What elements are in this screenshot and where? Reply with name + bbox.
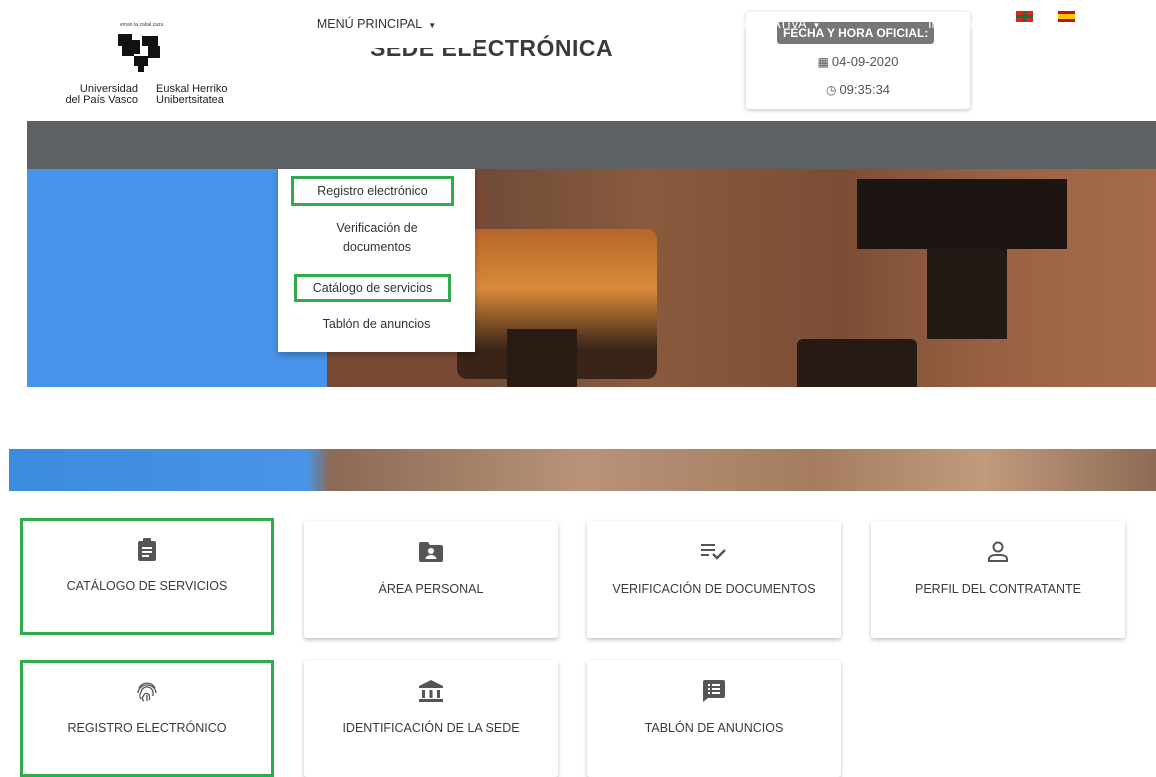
nav-informacion[interactable]: INFORMACIÓN ▼ bbox=[928, 0, 1031, 48]
card-label: VERIFICACIÓN DE DOCUMENTOS bbox=[612, 582, 816, 596]
dropdown-item-tablon-anuncios[interactable]: Tablón de anuncios bbox=[278, 315, 475, 334]
fingerprint-icon bbox=[23, 680, 271, 704]
nav-normativa[interactable]: NORMATIVA ▼ bbox=[734, 0, 820, 48]
hero-banner bbox=[27, 169, 1156, 387]
caret-down-icon: ▼ bbox=[812, 21, 821, 30]
card-perfil-contratante[interactable]: PERFIL DEL CONTRATANTE bbox=[871, 521, 1125, 638]
folder-user-icon bbox=[304, 541, 558, 565]
dropdown-item-catalogo-servicios[interactable]: Catálogo de servicios bbox=[294, 274, 451, 302]
main-navbar bbox=[27, 121, 1156, 169]
card-label: ÁREA PERSONAL bbox=[378, 582, 484, 596]
checklist-icon bbox=[587, 541, 841, 565]
card-catalogo-servicios[interactable]: CATÁLOGO DE SERVICIOS bbox=[20, 518, 274, 635]
nav-label: MENÚ PRINCIPAL bbox=[316, 17, 423, 31]
clock-time: 09:35:34 bbox=[839, 82, 891, 97]
card-verificacion-documentos[interactable]: VERIFICACIÓN DE DOCUMENTOS bbox=[587, 521, 841, 638]
card-label: CATÁLOGO DE SERVICIOS bbox=[66, 579, 228, 593]
caret-down-icon: ▼ bbox=[630, 21, 639, 30]
calendar-icon: ▦ bbox=[817, 55, 829, 69]
logo-motto: eman ta zabal zazu bbox=[120, 22, 164, 28]
card-label: TABLÓN DE ANUNCIOS bbox=[644, 721, 784, 735]
dropdown-item-verificacion-documentos[interactable]: Verificación de documentos bbox=[302, 219, 452, 257]
card-label: IDENTIFICACIÓN DE LA SEDE bbox=[342, 721, 520, 735]
nav-label: AREA PERSONAL bbox=[520, 17, 625, 31]
caret-down-icon: ▼ bbox=[1022, 21, 1031, 30]
nav-area-personal[interactable]: AREA PERSONAL ▼ bbox=[520, 0, 639, 48]
card-label: PERFIL DEL CONTRATANTE bbox=[915, 582, 1081, 596]
nav-label: NORMATIVA bbox=[734, 17, 807, 31]
nav-label: INFORMACIÓN bbox=[928, 17, 1017, 31]
clock-date-row: ▦ 04-09-2020 bbox=[746, 54, 970, 69]
card-area-personal[interactable]: ÁREA PERSONAL bbox=[304, 521, 558, 638]
card-label: REGISTRO ELECTRÓNICO bbox=[67, 721, 227, 735]
menu-principal-dropdown: Registro electrónico Verificación de doc… bbox=[278, 169, 475, 352]
logo-name-es: Universidad del País Vasco bbox=[65, 83, 138, 106]
hero-banner-strip bbox=[9, 449, 1156, 491]
dropdown-item-registro-electronico[interactable]: Registro electrónico bbox=[291, 176, 454, 206]
caret-down-icon: ▼ bbox=[428, 21, 437, 30]
clock-time-row: ◷ 09:35:34 bbox=[746, 82, 970, 97]
clipboard-icon bbox=[23, 538, 271, 562]
clock-date: 04-09-2020 bbox=[831, 54, 899, 69]
announcement-icon bbox=[587, 680, 841, 704]
bank-icon bbox=[304, 680, 558, 704]
university-logo[interactable]: eman ta zabal zazu Universidad del País … bbox=[52, 22, 262, 122]
university-emblem-icon bbox=[118, 34, 160, 72]
logo-name-eu: Euskal Herriko Unibertsitatea bbox=[156, 83, 228, 106]
card-registro-electronico[interactable]: REGISTRO ELECTRÓNICO bbox=[20, 660, 274, 777]
card-tablon-anuncios[interactable]: TABLÓN DE ANUNCIOS bbox=[587, 660, 841, 777]
nav-menu-principal[interactable]: MENÚ PRINCIPAL ▼ bbox=[278, 0, 475, 48]
person-icon bbox=[871, 541, 1125, 565]
clock-icon: ◷ bbox=[825, 83, 837, 97]
spanish-language-flag-icon[interactable] bbox=[1058, 11, 1075, 22]
card-identificacion-sede[interactable]: IDENTIFICACIÓN DE LA SEDE bbox=[304, 660, 558, 777]
